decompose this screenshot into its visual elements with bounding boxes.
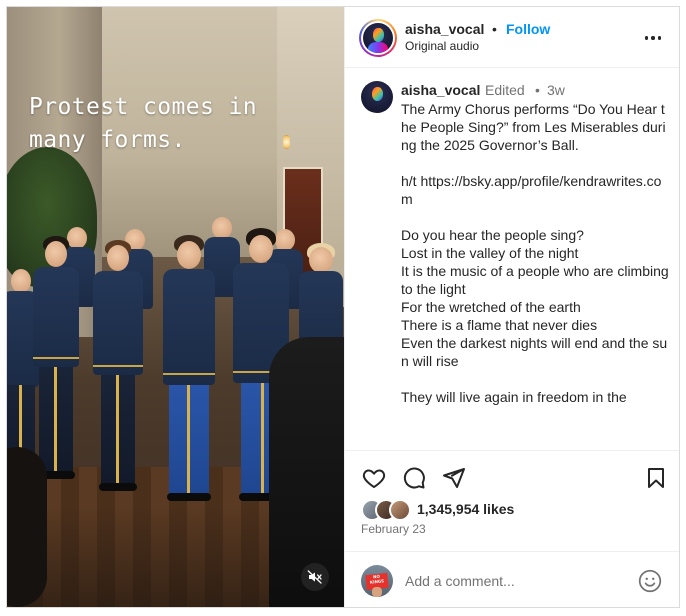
save-button[interactable]: [643, 465, 669, 491]
post-side-panel: aisha_vocal • Follow Original audio aish…: [344, 7, 679, 607]
caption-username[interactable]: aisha_vocal: [401, 82, 480, 98]
audio-label[interactable]: Original audio: [405, 39, 479, 53]
more-horizontal-icon: [644, 36, 649, 40]
comment-icon: [403, 467, 425, 489]
instagram-post: Protest comes in many forms. aisha_vocal: [6, 6, 680, 608]
foreground-figure: [7, 447, 47, 607]
post-actions: 1,345,954 likes February 23 NO KINGS: [345, 450, 679, 607]
share-icon: [443, 468, 465, 488]
caption-avatar[interactable]: [361, 81, 393, 113]
current-user-avatar: NO KINGS: [361, 565, 393, 597]
post-video[interactable]: Protest comes in many forms.: [7, 7, 344, 607]
heart-icon: [362, 469, 386, 488]
liker-avatar: [389, 499, 411, 521]
caption-timestamp[interactable]: 3w: [547, 82, 565, 98]
separator-dot: •: [492, 21, 497, 37]
post-caption: aisha_vocal Edited • 3w The Army Chorus …: [345, 69, 679, 449]
liker-avatars: [361, 499, 415, 521]
speaker-muted-icon: [307, 570, 322, 584]
post-header: aisha_vocal • Follow Original audio: [345, 7, 679, 68]
author-avatar[interactable]: [359, 19, 397, 57]
video-overlay-text: Protest comes in many forms.: [29, 94, 257, 153]
share-button[interactable]: [441, 465, 467, 491]
smiley-icon: [638, 569, 662, 593]
likes-count[interactable]: 1,345,954 likes: [417, 501, 514, 517]
mute-button[interactable]: [301, 563, 329, 591]
edited-label: Edited: [485, 82, 525, 98]
comment-input[interactable]: [405, 570, 625, 592]
more-options-button[interactable]: [641, 29, 665, 47]
avatar-image: [361, 81, 393, 113]
comment-button[interactable]: [401, 465, 427, 491]
separator-dot: •: [535, 82, 540, 98]
comment-bar: NO KINGS: [345, 551, 679, 607]
post-date[interactable]: February 23: [361, 522, 426, 536]
emoji-button[interactable]: [637, 568, 663, 594]
bookmark-icon: [648, 468, 664, 488]
like-button[interactable]: [361, 465, 387, 491]
author-username[interactable]: aisha_vocal: [405, 21, 484, 37]
follow-button[interactable]: Follow: [506, 21, 550, 37]
caption-text: The Army Chorus performs “Do You Hear th…: [401, 101, 669, 405]
avatar-image: [363, 23, 393, 53]
